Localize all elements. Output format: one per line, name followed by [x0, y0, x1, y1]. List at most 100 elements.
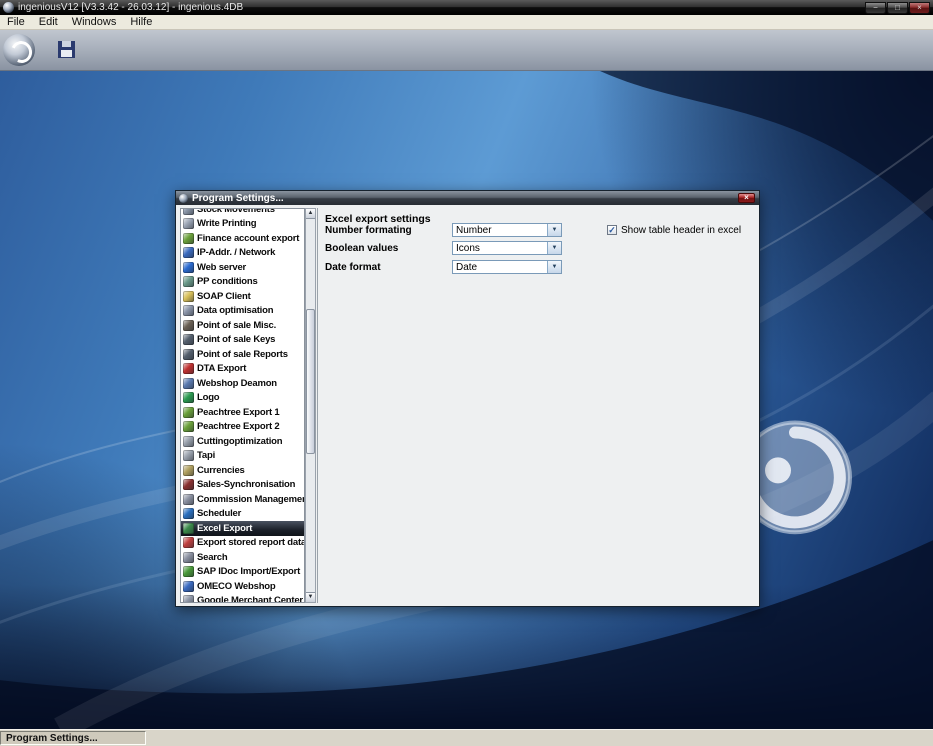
settings-list-item[interactable]: Tapi: [181, 449, 304, 464]
field-row-boolean-values: Boolean values Icons ▼: [325, 241, 562, 255]
date-format-select[interactable]: Date ▼: [452, 260, 562, 274]
settings-list-item[interactable]: PP conditions: [181, 275, 304, 290]
settings-list-item[interactable]: Scheduler: [181, 507, 304, 522]
settings-list-item[interactable]: Commission Management: [181, 492, 304, 507]
field-row-date-format: Date format Date ▼: [325, 260, 562, 274]
excel-export-panel: Excel export settings Number formating N…: [317, 208, 756, 603]
settings-list-item-label: Logo: [197, 392, 220, 404]
settings-list-item[interactable]: DTA Export: [181, 362, 304, 377]
webshop-daemon-icon: [183, 377, 194, 389]
settings-list-item-label: Finance account export: [197, 232, 300, 244]
settings-list-item-label: Tapi: [197, 450, 216, 462]
field-row-number-formatting: Number formating Number ▼: [325, 223, 562, 237]
settings-list-item[interactable]: Peachtree Export 2: [181, 420, 304, 435]
settings-list-item-label: Cuttingoptimization: [197, 435, 283, 447]
ingenious-logo-icon: [3, 34, 35, 66]
settings-list-item[interactable]: Point of sale Misc.: [181, 318, 304, 333]
save-icon: [58, 41, 75, 58]
settings-list-item[interactable]: Sales-Synchronisation: [181, 478, 304, 493]
settings-list-item-label: Webshop Deamon: [197, 377, 277, 389]
settings-list-item-label: Data optimisation: [197, 305, 274, 317]
taskbar-program-settings-button[interactable]: Program Settings...: [0, 731, 146, 745]
settings-list-item-label: PP conditions: [197, 276, 258, 288]
app-icon: [3, 2, 14, 13]
scroll-down-icon[interactable]: ▼: [306, 592, 315, 602]
menu-item-windows[interactable]: Windows: [65, 15, 124, 29]
settings-list-item-label: OMECO Webshop: [197, 580, 276, 592]
search-icon: [183, 551, 194, 563]
taskbar: Program Settings...: [0, 729, 933, 746]
settings-list-item[interactable]: Write Printing: [181, 217, 304, 232]
menubar: File Edit Windows Hilfe: [0, 15, 933, 30]
settings-list-item[interactable]: Webshop Deamon: [181, 376, 304, 391]
dialog-titlebar[interactable]: Program Settings... ×: [176, 191, 759, 205]
menu-item-edit[interactable]: Edit: [32, 15, 65, 29]
save-button[interactable]: [56, 39, 78, 61]
sap-idoc-icon: [183, 566, 194, 578]
dialog-icon: [179, 193, 188, 203]
scrollbar-thumb[interactable]: [306, 309, 315, 454]
settings-list-item[interactable]: Cuttingoptimization: [181, 434, 304, 449]
toolbar: [0, 30, 933, 71]
settings-list-item[interactable]: OMECO Webshop: [181, 579, 304, 594]
number-formatting-label: Number formating: [325, 224, 412, 236]
database-icon: [183, 305, 194, 317]
settings-list-item-label: Scheduler: [197, 508, 242, 520]
pos-misc-icon: [183, 319, 194, 331]
menu-item-file[interactable]: File: [0, 15, 32, 29]
boolean-values-select[interactable]: Icons ▼: [452, 241, 562, 255]
settings-list-item-label: SAP IDoc Import/Export: [197, 566, 301, 578]
maximize-button[interactable]: □: [887, 1, 908, 14]
settings-list-item[interactable]: Excel Export: [181, 521, 304, 536]
sales-sync-icon: [183, 479, 194, 491]
dta-export-icon: [183, 363, 194, 375]
scroll-up-icon[interactable]: ▲: [306, 209, 315, 219]
settings-list-item[interactable]: Search: [181, 550, 304, 565]
boolean-values-value: Icons: [456, 242, 480, 254]
program-settings-dialog: Program Settings... × Stock Movements Wri…: [175, 190, 760, 607]
settings-list-item[interactable]: IP-Addr. / Network: [181, 246, 304, 261]
settings-list-item[interactable]: Stock Movements: [181, 208, 304, 217]
window-controls: − □ ×: [864, 1, 930, 14]
merchant-center-icon: [183, 595, 194, 602]
settings-list: Stock Movements Write Printing Finance acc…: [180, 208, 305, 603]
chevron-down-icon[interactable]: ▼: [547, 224, 561, 236]
settings-list-item[interactable]: Point of sale Reports: [181, 347, 304, 362]
settings-list-item[interactable]: Peachtree Export 1: [181, 405, 304, 420]
chevron-down-icon[interactable]: ▼: [547, 242, 561, 254]
chevron-down-icon[interactable]: ▼: [547, 261, 561, 273]
close-button[interactable]: ×: [909, 1, 930, 14]
tapi-icon: [183, 450, 194, 462]
settings-list-item-label: Stock Movements: [197, 208, 275, 215]
settings-list-item[interactable]: Data optimisation: [181, 304, 304, 319]
settings-list-item-label: Excel Export: [197, 522, 253, 534]
settings-list-item-label: Currencies: [197, 464, 245, 476]
minimize-button[interactable]: −: [865, 1, 886, 14]
number-formatting-select[interactable]: Number ▼: [452, 223, 562, 237]
settings-list-item-label: Commission Management: [197, 493, 304, 505]
settings-list-item[interactable]: Point of sale Keys: [181, 333, 304, 348]
settings-list-scrollbar[interactable]: ▲ ▼: [305, 208, 316, 603]
settings-list-item[interactable]: Google Merchant Center: [181, 594, 304, 602]
printer-icon: [183, 218, 194, 230]
settings-list-item-label: Write Printing: [197, 218, 257, 230]
settings-list-item[interactable]: SAP IDoc Import/Export: [181, 565, 304, 580]
dialog-title: Program Settings...: [192, 192, 284, 204]
peachtree-export2-icon: [183, 421, 194, 433]
dialog-close-button[interactable]: ×: [738, 193, 755, 203]
menu-item-hilfe[interactable]: Hilfe: [123, 15, 159, 29]
stock-movements-icon: [183, 209, 194, 215]
show-table-header-checkbox[interactable]: ✓: [607, 225, 617, 235]
settings-list-item[interactable]: SOAP Client: [181, 289, 304, 304]
settings-list-item[interactable]: Web server: [181, 260, 304, 275]
number-formatting-value: Number: [456, 224, 492, 236]
settings-list-item[interactable]: Export stored report data: [181, 536, 304, 551]
settings-list-item[interactable]: Currencies: [181, 463, 304, 478]
settings-list-item-label: Web server: [197, 261, 247, 273]
pos-keys-icon: [183, 334, 194, 346]
settings-list-item[interactable]: Finance account export: [181, 231, 304, 246]
settings-list-item[interactable]: Logo: [181, 391, 304, 406]
settings-list-item-label: Peachtree Export 2: [197, 421, 280, 433]
settings-list-item-label: Export stored report data: [197, 537, 304, 549]
boolean-values-label: Boolean values: [325, 242, 399, 254]
